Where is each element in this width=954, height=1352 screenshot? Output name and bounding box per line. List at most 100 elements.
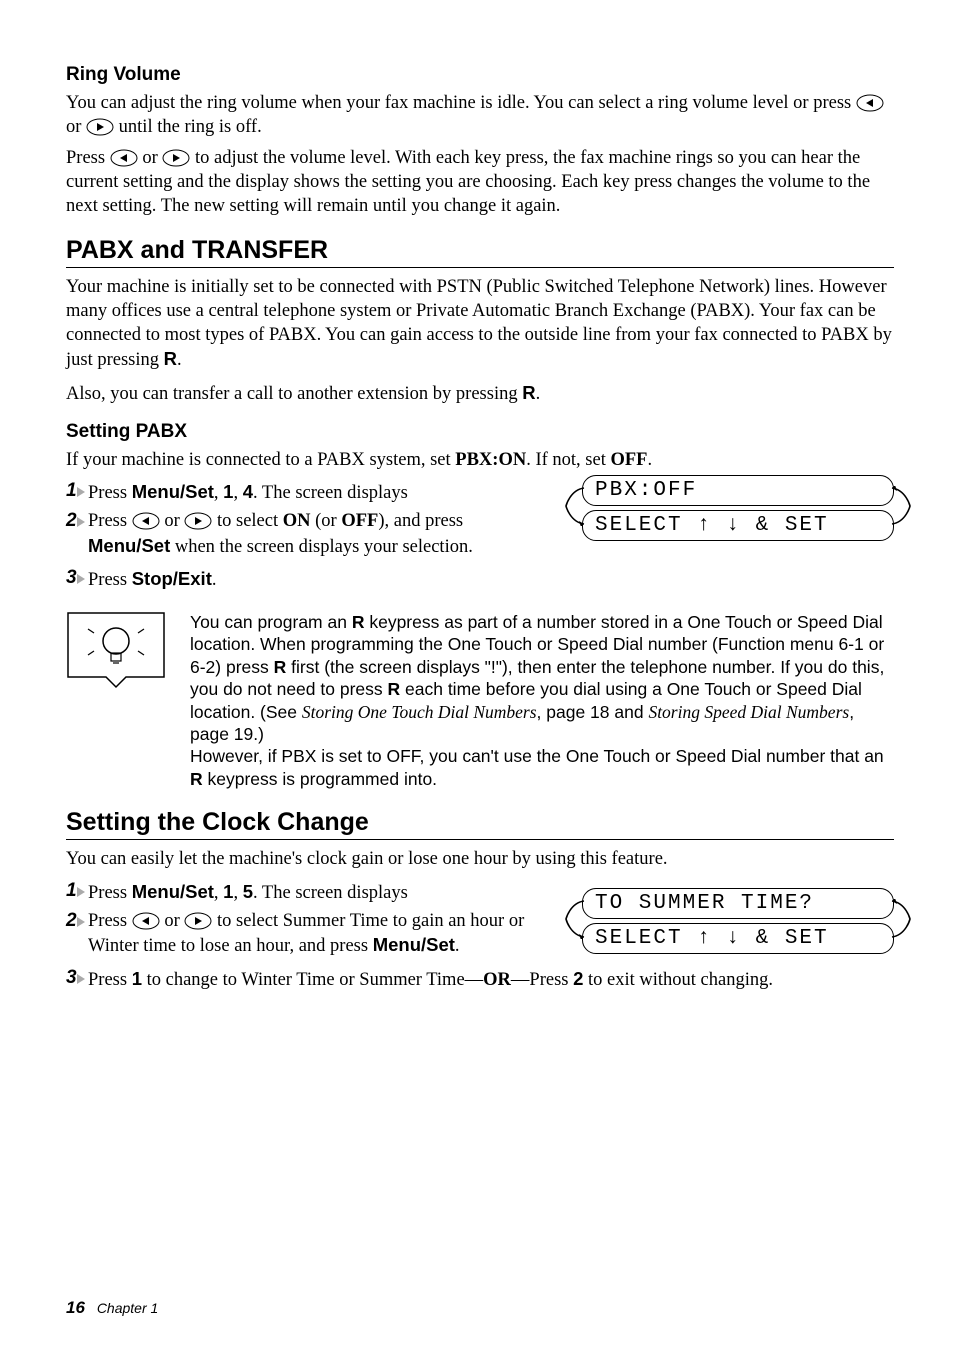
nav-left-icon <box>856 94 884 112</box>
step-number-3: 3 <box>66 967 88 989</box>
text: . The screen displays <box>253 883 408 903</box>
step-arrow-icon <box>77 917 85 927</box>
clock-intro: You can easily let the machine's clock g… <box>66 848 894 872</box>
text: to exit without changing. <box>583 970 773 990</box>
lcd-connector-icon <box>886 899 912 939</box>
step-number-1: 1 <box>66 480 88 502</box>
key-menuset: Menu/Set <box>373 934 455 955</box>
step-3: 3 Press 1 to change to Winter Time or Su… <box>66 967 894 993</box>
key-2: 2 <box>573 968 583 989</box>
pabx-para2: Also, you can transfer a call to another… <box>66 381 894 407</box>
step-arrow-icon <box>77 517 85 527</box>
step-text: Press Menu/Set, 1, 5. The screen display… <box>88 880 408 906</box>
pabx-heading: PABX and TRANSFER <box>66 236 894 265</box>
step-1: 1 Press Menu/Set, 1, 4. The screen displ… <box>66 480 536 506</box>
step-number-2: 2 <box>66 510 88 532</box>
section-rule <box>66 839 894 840</box>
step-2: 2 Press or to select ON (or OFF), and pr… <box>66 510 536 559</box>
ring-volume-para1: You can adjust the ring volume when your… <box>66 92 894 139</box>
step-text: Press Menu/Set, 1, 4. The screen display… <box>88 480 408 506</box>
text-bold: OR <box>483 970 511 990</box>
pabx-para1: Your machine is initially set to be conn… <box>66 276 894 373</box>
text-bold: PBX:ON <box>455 450 526 470</box>
step-arrow-icon <box>77 887 85 897</box>
text-bold: OFF <box>610 450 647 470</box>
ring-volume-para2: Press or to adjust the volume level. Wit… <box>66 147 894 218</box>
lcd-line-2: SELECT ↑ ↓ & SET <box>582 923 894 954</box>
page-footer: 16 Chapter 1 <box>66 1298 158 1318</box>
text: , page 18 and <box>537 702 649 722</box>
text: , <box>233 483 242 503</box>
ring-volume-heading: Ring Volume <box>66 64 894 86</box>
text: . <box>177 350 182 370</box>
step-number-2: 2 <box>66 910 88 932</box>
text: Press <box>88 883 132 903</box>
nav-left-icon <box>110 149 138 167</box>
text: You can adjust the ring volume when your… <box>66 93 856 113</box>
key-menuset: Menu/Set <box>132 881 214 902</box>
step-arrow-icon <box>77 974 85 984</box>
key-1: 1 <box>223 881 233 902</box>
text: However, if PBX is set to OFF, you can't… <box>190 746 884 766</box>
text: ), and press <box>378 511 463 531</box>
text: . <box>212 570 217 590</box>
key-r: R <box>274 657 287 677</box>
text: , <box>214 483 223 503</box>
text: Press <box>88 511 132 531</box>
lightbulb-tip-icon <box>66 611 166 689</box>
xref: Storing One Touch Dial Numbers <box>302 702 537 722</box>
text: You can program an <box>190 612 352 632</box>
text: or <box>66 117 86 137</box>
key-r: R <box>190 769 203 789</box>
nav-left-icon <box>132 912 160 930</box>
text: Press <box>88 570 132 590</box>
text: or <box>164 911 184 931</box>
step-1: 1 Press Menu/Set, 1, 5. The screen displ… <box>66 880 536 906</box>
key-menuset: Menu/Set <box>88 535 170 556</box>
step-text: Press Stop/Exit. <box>88 567 216 593</box>
key-1: 1 <box>132 968 142 989</box>
tip-text: You can program an R keypress as part of… <box>190 611 894 790</box>
text: Also, you can transfer a call to another… <box>66 384 522 404</box>
chapter-label: Chapter 1 <box>97 1300 158 1316</box>
text: until the ring is off. <box>119 117 262 137</box>
key-1: 1 <box>223 481 233 502</box>
text: Your machine is initially set to be conn… <box>66 277 892 370</box>
step-2: 2 Press or to select Summer Time to gain… <box>66 910 536 959</box>
text-bold: ON <box>283 511 311 531</box>
lcd-line-1: PBX:OFF <box>582 475 894 506</box>
nav-right-icon <box>184 912 212 930</box>
key-menuset: Menu/Set <box>132 481 214 502</box>
step-arrow-icon <box>77 574 85 584</box>
key-5: 5 <box>243 881 253 902</box>
key-r: R <box>522 382 535 403</box>
text: keypress is programmed into. <box>203 769 437 789</box>
lcd-display-clock: TO SUMMER TIME? SELECT ↑ ↓ & SET <box>582 888 894 954</box>
text: . <box>455 936 460 956</box>
step-text: Press 1 to change to Winter Time or Summ… <box>88 967 773 993</box>
text: or <box>164 511 184 531</box>
key-stopexit: Stop/Exit <box>132 568 212 589</box>
nav-left-icon <box>132 512 160 530</box>
text: , <box>214 883 223 903</box>
nav-right-icon <box>162 149 190 167</box>
text: Press <box>88 483 132 503</box>
text: . <box>647 450 652 470</box>
nav-right-icon <box>184 512 212 530</box>
key-r: R <box>352 612 365 632</box>
key-r: R <box>388 679 401 699</box>
text: Press <box>88 970 132 990</box>
step-number-3: 3 <box>66 567 88 589</box>
setting-pabx-intro: If your machine is connected to a PABX s… <box>66 449 894 473</box>
text: to change to Winter Time or Summer Time— <box>142 970 483 990</box>
key-4: 4 <box>243 481 253 502</box>
text: —Press <box>511 970 573 990</box>
text: , <box>233 883 242 903</box>
key-r: R <box>164 348 177 369</box>
setting-pabx-heading: Setting PABX <box>66 421 894 443</box>
text: . If not, set <box>526 450 610 470</box>
lcd-connector-icon <box>886 486 912 526</box>
text: when the screen displays your selection. <box>170 537 473 557</box>
lcd-line-1: TO SUMMER TIME? <box>582 888 894 919</box>
text: (or <box>311 511 342 531</box>
